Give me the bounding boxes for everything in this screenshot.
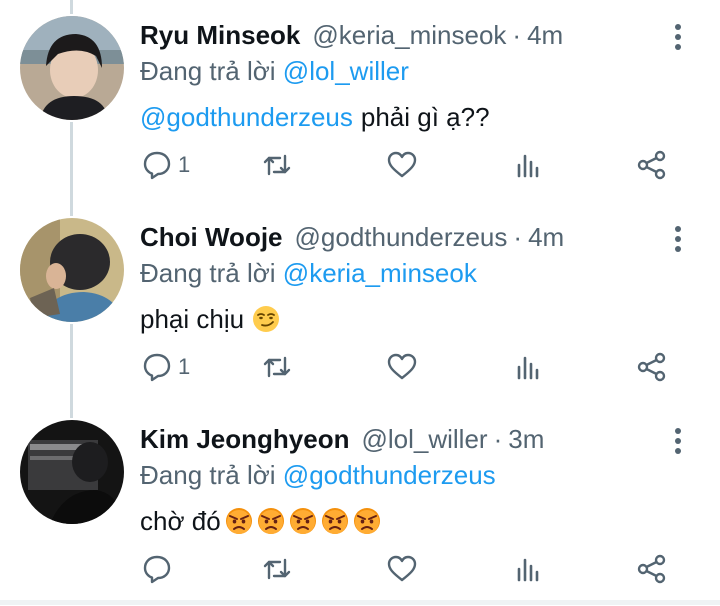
tweet[interactable]: Choi Wooje @godthunderzeus · 4m Đang trả…	[0, 202, 720, 404]
share-nodes-icon	[635, 148, 669, 182]
tweet-body: phại chịu	[140, 304, 245, 334]
retweet-button[interactable]	[260, 347, 294, 387]
retweet-button[interactable]	[260, 549, 294, 589]
reply-count: 1	[178, 152, 191, 177]
tweet-text: @godthunderzeus phải gì ạ??	[140, 100, 700, 134]
author-name[interactable]: Kim Jeonghyeon	[140, 422, 349, 456]
share-nodes-icon	[635, 552, 669, 586]
share-button[interactable]	[635, 549, 669, 589]
reply-to-link[interactable]: @lol_willer	[283, 56, 409, 86]
action-bar: 1	[140, 145, 700, 185]
speech-bubble-icon	[140, 148, 174, 182]
timestamp[interactable]: 4m	[528, 220, 564, 254]
angry-face-emoji	[225, 507, 253, 535]
tweet-text: phại chịu	[140, 302, 700, 336]
retweet-arrows-icon	[260, 552, 294, 586]
reply-count: 1	[178, 354, 191, 379]
angry-face-emoji	[289, 507, 317, 535]
like-button[interactable]	[385, 549, 419, 589]
reply-prefix: Đang trả lời	[140, 460, 276, 490]
separator: ·	[493, 424, 503, 454]
tweet[interactable]: Ryu Minseok @keria_minseok · 4m Đang trả…	[0, 0, 720, 202]
heart-icon	[385, 148, 419, 182]
bar-chart-icon	[512, 350, 546, 384]
views-button[interactable]	[512, 347, 546, 387]
reply-to-link[interactable]: @godthunderzeus	[283, 460, 496, 490]
speech-bubble-icon	[140, 350, 174, 384]
bar-chart-icon	[512, 552, 546, 586]
avatar[interactable]	[20, 420, 124, 524]
angry-face-emoji	[353, 507, 381, 535]
share-button[interactable]	[635, 347, 669, 387]
tweet[interactable]: Kim Jeonghyeon @lol_willer · 3m Đang trả…	[0, 404, 720, 606]
action-bar: 1	[140, 347, 700, 387]
tweet-body: chờ đó	[140, 506, 221, 536]
separator: ·	[512, 20, 522, 50]
vertical-ellipsis-icon[interactable]	[666, 22, 690, 52]
author-name[interactable]: Ryu Minseok	[140, 18, 300, 52]
separator: ·	[513, 222, 523, 252]
reply-prefix: Đang trả lời	[140, 56, 276, 86]
timestamp[interactable]: 4m	[527, 18, 563, 52]
reply-prefix: Đang trả lời	[140, 258, 276, 288]
reply-to-link[interactable]: @keria_minseok	[283, 258, 477, 288]
author-handle[interactable]: @keria_minseok	[312, 18, 506, 52]
replying-to: Đang trả lời @keria_minseok	[140, 256, 700, 290]
tweet-body: phải gì ạ??	[360, 102, 490, 132]
bar-chart-icon	[512, 148, 546, 182]
share-nodes-icon	[635, 350, 669, 384]
views-button[interactable]	[512, 549, 546, 589]
views-button[interactable]	[512, 145, 546, 185]
retweet-arrows-icon	[260, 350, 294, 384]
like-button[interactable]	[385, 145, 419, 185]
retweet-arrows-icon	[260, 148, 294, 182]
reply-button[interactable]: 1	[140, 145, 190, 185]
speech-bubble-icon	[140, 552, 174, 586]
heart-icon	[385, 552, 419, 586]
retweet-button[interactable]	[260, 145, 294, 185]
action-bar	[140, 549, 700, 589]
like-button[interactable]	[385, 347, 419, 387]
author-name[interactable]: Choi Wooje	[140, 220, 283, 254]
vertical-ellipsis-icon[interactable]	[666, 426, 690, 456]
avatar[interactable]	[20, 218, 124, 322]
reply-button[interactable]	[140, 549, 178, 589]
angry-face-emoji	[257, 507, 285, 535]
replying-to: Đang trả lời @godthunderzeus	[140, 458, 700, 492]
tweet-text: chờ đó	[140, 504, 700, 538]
share-button[interactable]	[635, 145, 669, 185]
heart-icon	[385, 350, 419, 384]
author-handle[interactable]: @lol_willer	[361, 422, 487, 456]
mention-link[interactable]: @godthunderzeus	[140, 100, 353, 134]
angry-face-emoji	[321, 507, 349, 535]
timestamp[interactable]: 3m	[508, 422, 544, 456]
avatar[interactable]	[20, 16, 124, 120]
author-handle[interactable]: @godthunderzeus	[295, 220, 508, 254]
reply-button[interactable]: 1	[140, 347, 190, 387]
vertical-ellipsis-icon[interactable]	[666, 224, 690, 254]
replying-to: Đang trả lời @lol_willer	[140, 54, 700, 88]
smirking-face-emoji	[252, 305, 280, 333]
divider	[0, 600, 720, 605]
